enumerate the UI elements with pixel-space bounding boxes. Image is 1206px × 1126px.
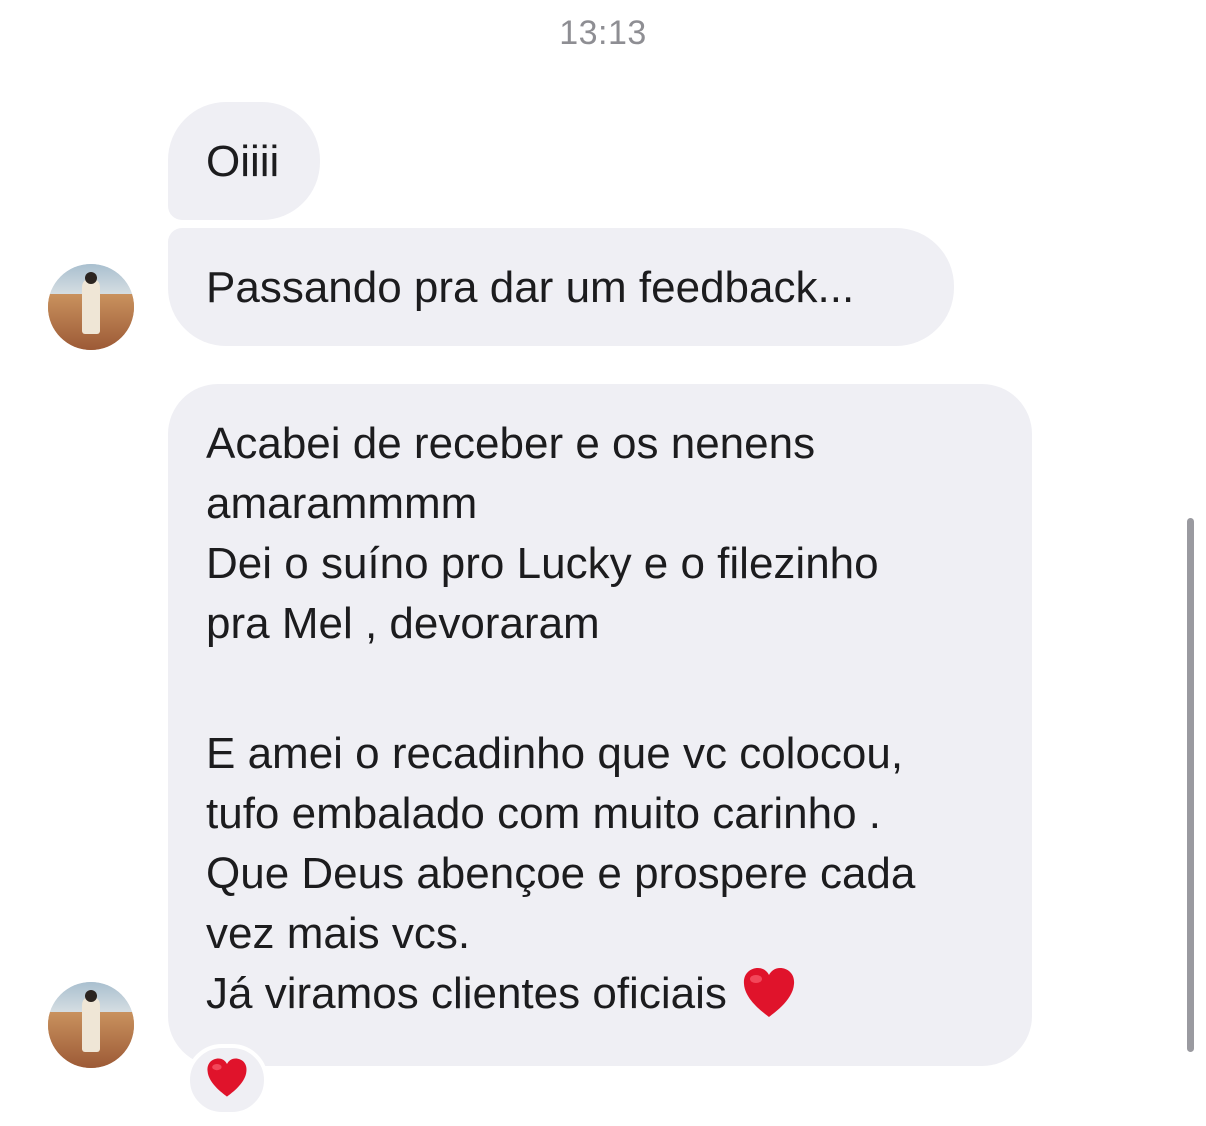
message-line: Acabei de receber e os nenens — [206, 419, 816, 468]
heart-reaction-badge[interactable] — [186, 1044, 268, 1116]
scrollbar[interactable] — [1187, 518, 1194, 1052]
message-line: Já viramos clientes oficiais — [206, 969, 727, 1018]
message-line: pra Mel , devoraram — [206, 599, 600, 648]
sender-avatar[interactable] — [48, 264, 134, 350]
message-line-last: Já viramos clientes oficiais — [206, 964, 1032, 1024]
message-line: amarammmm — [206, 479, 478, 528]
message-bubble-feedback-intro[interactable]: Passando pra dar um feedback... — [168, 228, 954, 346]
message-bubble-feedback[interactable]: Acabei de receber e os nenens amarammmm … — [168, 384, 1032, 1066]
message-bubble-greeting[interactable]: Oiiii — [168, 102, 320, 220]
sender-avatar[interactable] — [48, 982, 134, 1068]
red-heart-icon — [741, 966, 797, 1036]
message-timestamp: 13:13 — [559, 14, 647, 52]
message-text: Passando pra dar um feedback... — [206, 263, 855, 312]
message-text: Oiiii — [206, 137, 280, 186]
red-heart-icon — [205, 1057, 249, 1104]
message-line: Dei o suíno pro Lucky e o filezinho — [206, 539, 879, 588]
message-line: vez mais vcs. — [206, 909, 471, 958]
message-line: Que Deus abençoe e prospere cada — [206, 849, 916, 898]
message-line: tufo embalado com muito carinho . — [206, 789, 882, 838]
message-line: E amei o recadinho que vc colocou, — [206, 729, 904, 778]
